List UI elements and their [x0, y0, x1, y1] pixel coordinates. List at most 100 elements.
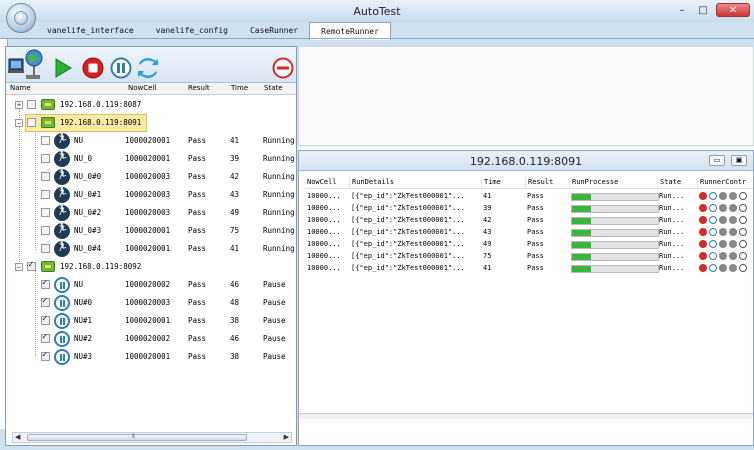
tab-caserunner[interactable]: CaseRunner: [239, 22, 309, 39]
row-settings-icon[interactable]: [729, 228, 737, 236]
network-globe-icon[interactable]: [8, 49, 46, 81]
tree-item-row[interactable]: NU#2 1000020002 Pass 46 Pause: [6, 330, 296, 348]
grid-row[interactable]: 10000... [{"ep_id":"ZkTest000001"... 41 Pas…: [305, 191, 753, 203]
item-checkbox[interactable]: [41, 350, 50, 361]
grid-row[interactable]: 10000... [{"ep_id":"ZkTest000001"... 41 Pas…: [305, 263, 753, 275]
grid-row[interactable]: 10000... [{"ep_id":"ZkTest000001"... 49 Pas…: [305, 239, 753, 251]
collapse-toggle[interactable]: –: [15, 263, 23, 271]
scroll-left-icon[interactable]: ◀: [15, 433, 20, 441]
tree-item-row[interactable]: NU 1000020001 Pass 41 Running: [6, 132, 296, 150]
row-remove-icon[interactable]: [739, 240, 747, 248]
item-checkbox[interactable]: [41, 208, 50, 217]
close-button[interactable]: ✕: [716, 3, 750, 17]
item-checkbox[interactable]: [41, 172, 50, 181]
col-state[interactable]: State: [657, 178, 681, 189]
tree-item-row[interactable]: NU_0#2 1000020003 Pass 49 Running: [6, 204, 296, 222]
tree-item-row[interactable]: NU#0 1000020003 Pass 48 Pause: [6, 294, 296, 312]
scroll-right-icon[interactable]: ▶: [284, 433, 289, 441]
row-pause-icon[interactable]: [709, 204, 717, 212]
play-icon[interactable]: [52, 57, 74, 79]
row-remove-icon[interactable]: [739, 192, 747, 200]
col-nowcell[interactable]: NowCell: [128, 84, 156, 92]
refresh-icon[interactable]: [137, 57, 159, 79]
col-state[interactable]: State: [264, 84, 283, 92]
row-settings-icon[interactable]: [719, 204, 727, 212]
row-remove-icon[interactable]: [739, 204, 747, 212]
row-settings-icon[interactable]: [729, 204, 737, 212]
tree-item-row[interactable]: NU 1000020002 Pass 46 Pause: [6, 276, 296, 294]
stop-icon[interactable]: [82, 57, 104, 79]
row-stop-icon[interactable]: [699, 204, 707, 212]
row-settings-icon[interactable]: [729, 192, 737, 200]
grid-row[interactable]: 10000... [{"ep_id":"ZkTest000001"... 43 Pas…: [305, 227, 753, 239]
row-pause-icon[interactable]: [709, 216, 717, 224]
tree-item-row[interactable]: NU_0 1000020001 Pass 39 Running: [6, 150, 296, 168]
row-remove-icon[interactable]: [739, 216, 747, 224]
pause-icon[interactable]: [110, 57, 132, 79]
row-remove-icon[interactable]: [739, 228, 747, 236]
row-stop-icon[interactable]: [699, 228, 707, 236]
restore-button[interactable]: □: [694, 4, 712, 18]
col-runprocesse[interactable]: RunProcesse: [569, 178, 618, 189]
row-settings-icon[interactable]: [729, 216, 737, 224]
row-remove-icon[interactable]: [739, 264, 747, 272]
item-checkbox[interactable]: [41, 154, 50, 163]
item-checkbox[interactable]: [41, 314, 50, 325]
app-menu-orb-icon[interactable]: [6, 3, 36, 33]
tree-item-row[interactable]: NU_0#4 1000020001 Pass 41 Running: [6, 240, 296, 258]
item-checkbox[interactable]: [41, 332, 50, 343]
item-checkbox[interactable]: [41, 296, 50, 307]
minimize-button[interactable]: –: [673, 4, 691, 18]
row-settings-icon[interactable]: [719, 252, 727, 260]
panel-bottom-scrollbar[interactable]: [299, 413, 753, 419]
tree-group-row[interactable]: + 192.168.0.119:8087: [6, 96, 296, 114]
row-pause-icon[interactable]: [709, 264, 717, 272]
col-rundetails[interactable]: RunDetails: [349, 178, 394, 189]
col-runnercontrol[interactable]: RunnerContr: [697, 178, 746, 189]
tree-group-row[interactable]: – 192.168.0.119:8091: [6, 114, 296, 132]
tree-item-row[interactable]: NU#3 1000020001 Pass 38 Pause: [6, 348, 296, 366]
row-settings-icon[interactable]: [719, 216, 727, 224]
item-checkbox[interactable]: [41, 226, 50, 235]
row-settings-icon[interactable]: [729, 240, 737, 248]
panel-close-button[interactable]: ▣: [731, 155, 747, 166]
item-checkbox[interactable]: [41, 136, 50, 145]
tab-vanelife-config[interactable]: vanelife_config: [145, 22, 239, 39]
row-stop-icon[interactable]: [699, 252, 707, 260]
tree-item-row[interactable]: NU_0#1 1000020003 Pass 43 Running: [6, 186, 296, 204]
item-checkbox[interactable]: [41, 278, 50, 289]
row-stop-icon[interactable]: [699, 240, 707, 248]
col-time[interactable]: Time: [231, 84, 248, 92]
scroll-thumb[interactable]: ⦀: [27, 433, 247, 441]
grid-row[interactable]: 10000... [{"ep_id":"ZkTest000001"... 75 Pas…: [305, 251, 753, 263]
col-result[interactable]: Result: [525, 178, 553, 189]
expand-toggle[interactable]: +: [15, 101, 23, 109]
group-checkbox[interactable]: [27, 100, 36, 109]
remove-icon[interactable]: [272, 57, 294, 79]
collapse-toggle[interactable]: –: [15, 119, 23, 127]
row-pause-icon[interactable]: [709, 252, 717, 260]
row-pause-icon[interactable]: [709, 228, 717, 236]
row-pause-icon[interactable]: [709, 192, 717, 200]
row-settings-icon[interactable]: [729, 264, 737, 272]
row-stop-icon[interactable]: [699, 264, 707, 272]
grid-row[interactable]: 10000... [{"ep_id":"ZkTest000001"... 39 Pas…: [305, 203, 753, 215]
row-settings-icon[interactable]: [719, 240, 727, 248]
row-settings-icon[interactable]: [719, 192, 727, 200]
col-nowcell[interactable]: NowCell: [305, 178, 337, 189]
row-remove-icon[interactable]: [739, 252, 747, 260]
item-checkbox[interactable]: [41, 244, 50, 253]
row-pause-icon[interactable]: [709, 240, 717, 248]
tree-item-row[interactable]: NU_0#0 1000020003 Pass 42 Running: [6, 168, 296, 186]
col-result[interactable]: Result: [188, 84, 210, 92]
row-stop-icon[interactable]: [699, 192, 707, 200]
row-settings-icon[interactable]: [729, 252, 737, 260]
tree-item-row[interactable]: NU_0#3 1000020001 Pass 75 Running: [6, 222, 296, 240]
panel-restore-button[interactable]: ▭: [709, 155, 725, 166]
row-stop-icon[interactable]: [699, 216, 707, 224]
col-name[interactable]: Name: [10, 84, 31, 92]
row-settings-icon[interactable]: [719, 228, 727, 236]
tree-horizontal-scrollbar[interactable]: ◀ ⦀ ▶: [12, 432, 292, 443]
grid-row[interactable]: 10000... [{"ep_id":"ZkTest000001"... 42 Pas…: [305, 215, 753, 227]
row-settings-icon[interactable]: [719, 264, 727, 272]
